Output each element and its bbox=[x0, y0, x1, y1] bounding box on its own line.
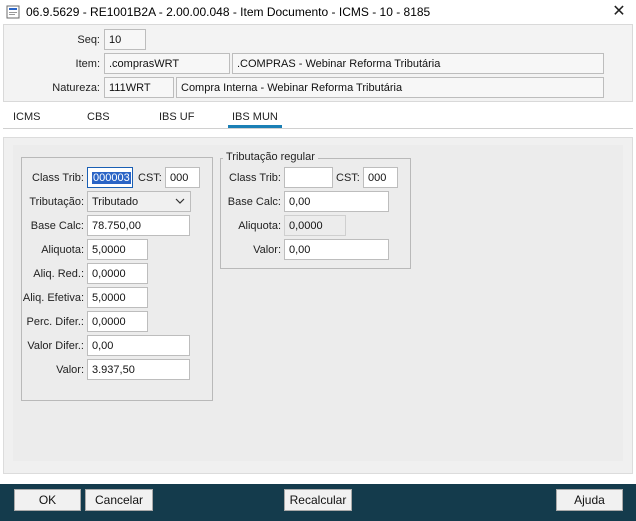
aliq-red-field[interactable]: 0,0000 bbox=[87, 263, 148, 284]
tab-ibs-mun[interactable]: IBS MUN bbox=[228, 107, 282, 128]
ok-button[interactable]: OK bbox=[14, 489, 81, 511]
tab-divider bbox=[3, 128, 633, 129]
tab-cbs[interactable]: CBS bbox=[87, 107, 110, 128]
item-description-field[interactable]: .COMPRAS - Webinar Reforma Tributária bbox=[232, 53, 604, 74]
reg-class-trib-field[interactable] bbox=[284, 167, 333, 188]
aliq-efetiva-label: Aliq. Efetiva: bbox=[22, 292, 84, 304]
cst-field[interactable]: 000 bbox=[165, 167, 200, 188]
natureza-label: Natureza: bbox=[52, 82, 100, 94]
natureza-description-field[interactable]: Compra Interna - Webinar Reforma Tributá… bbox=[176, 77, 604, 98]
aliquota-label: Aliquota: bbox=[41, 244, 84, 256]
help-button[interactable]: Ajuda bbox=[556, 489, 623, 511]
tab-ibs-uf[interactable]: IBS UF bbox=[159, 107, 194, 128]
tributacao-label: Tributação: bbox=[29, 196, 84, 208]
cancel-button[interactable]: Cancelar bbox=[85, 489, 153, 511]
cst-label: CST: bbox=[138, 172, 162, 184]
base-calc-field[interactable]: 78.750,00 bbox=[87, 215, 190, 236]
base-calc-label: Base Calc: bbox=[30, 220, 84, 232]
aliquota-field[interactable]: 5,0000 bbox=[87, 239, 148, 260]
class-trib-label: Class Trib: bbox=[32, 172, 84, 184]
app-icon bbox=[6, 5, 20, 19]
chevron-down-icon bbox=[175, 194, 185, 212]
close-icon[interactable]: ✕ bbox=[606, 1, 632, 23]
aliq-efetiva-field[interactable]: 5,0000 bbox=[87, 287, 148, 308]
valor-field[interactable]: 3.937,50 bbox=[87, 359, 190, 380]
reg-base-calc-label: Base Calc: bbox=[227, 196, 281, 208]
natureza-code-field[interactable]: 111WRT bbox=[104, 77, 174, 98]
class-trib-field[interactable]: 000003 bbox=[87, 167, 133, 188]
reg-cst-field[interactable]: 000 bbox=[363, 167, 398, 188]
item-label: Item: bbox=[75, 58, 100, 70]
reg-valor-field[interactable]: 0,00 bbox=[284, 239, 389, 260]
valor-difer-label: Valor Difer.: bbox=[27, 340, 84, 352]
tab-icms[interactable]: ICMS bbox=[13, 107, 41, 128]
tributacao-select[interactable]: Tributado bbox=[87, 191, 191, 212]
valor-difer-field[interactable]: 0,00 bbox=[87, 335, 190, 356]
tributacao-regular-title: Tributação regular bbox=[223, 151, 318, 163]
reg-cst-label: CST: bbox=[336, 172, 360, 184]
tab-bar: ICMS CBS IBS UF IBS MUN bbox=[3, 107, 633, 128]
item-code-field[interactable]: .comprasWRT bbox=[104, 53, 230, 74]
reg-aliquota-label: Aliquota: bbox=[238, 220, 281, 232]
valor-label: Valor: bbox=[56, 364, 84, 376]
seq-field[interactable]: 10 bbox=[104, 29, 146, 50]
class-trib-value: 000003 bbox=[92, 172, 131, 184]
perc-difer-label: Perc. Difer.: bbox=[26, 316, 84, 328]
perc-difer-field[interactable]: 0,0000 bbox=[87, 311, 148, 332]
recalcular-button[interactable]: Recalcular bbox=[284, 489, 352, 511]
seq-label: Seq: bbox=[77, 34, 100, 46]
reg-base-calc-field[interactable]: 0,00 bbox=[284, 191, 389, 212]
reg-class-trib-label: Class Trib: bbox=[229, 172, 281, 184]
window-title: 06.9.5629 - RE1001B2A - 2.00.00.048 - It… bbox=[26, 5, 431, 19]
reg-aliquota-field: 0,0000 bbox=[284, 215, 346, 236]
tributacao-selected: Tributado bbox=[92, 196, 139, 208]
aliq-red-label: Aliq. Red.: bbox=[33, 268, 84, 280]
reg-valor-label: Valor: bbox=[253, 244, 281, 256]
